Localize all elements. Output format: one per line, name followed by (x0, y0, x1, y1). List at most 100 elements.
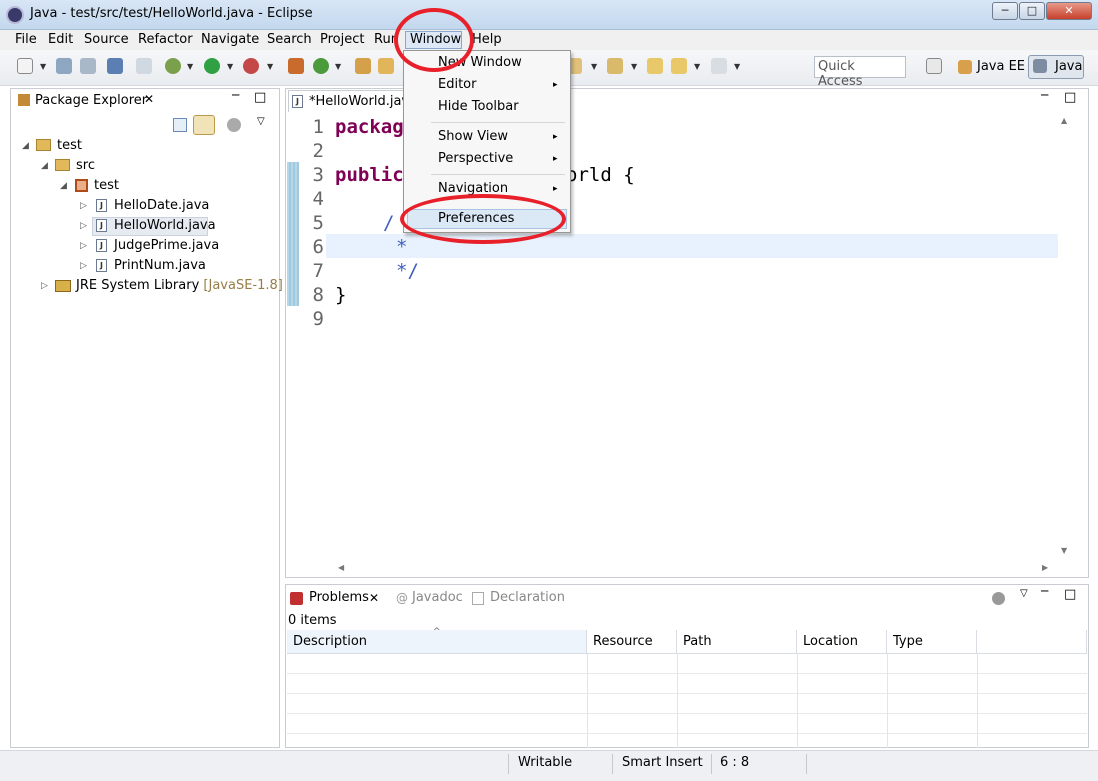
menu-item-hide-toolbar[interactable]: Hide Toolbar (438, 99, 519, 114)
tree-file[interactable]: HelloDate.java (114, 198, 209, 213)
table-row (287, 674, 1087, 694)
code-line-5[interactable]: / (383, 212, 394, 234)
tree-file[interactable]: PrintNum.java (114, 258, 206, 273)
run-icon[interactable] (204, 58, 220, 74)
chevron-down-icon[interactable]: ▼ (40, 62, 46, 71)
new-java-package-icon[interactable] (288, 58, 304, 74)
open-folder-icon[interactable] (378, 58, 394, 74)
save-all-icon[interactable] (80, 58, 96, 74)
minimize-button[interactable]: ─ (992, 2, 1018, 20)
menu-search[interactable]: Search (267, 32, 312, 47)
save-icon[interactable] (56, 58, 72, 74)
skip-breakpoints-icon[interactable] (136, 58, 152, 74)
maximize-view-icon[interactable]: □ (1064, 90, 1076, 105)
column-header-location[interactable]: Location (797, 630, 887, 654)
new-java-class-icon[interactable] (313, 58, 329, 74)
focus-icon[interactable] (992, 592, 1005, 605)
collapsed-arrow-icon[interactable]: ▷ (80, 221, 87, 231)
chevron-down-icon[interactable]: ▼ (631, 62, 637, 71)
column-header-path[interactable]: Path (677, 630, 797, 654)
focus-icon[interactable] (227, 118, 241, 132)
tree-project[interactable]: test (57, 138, 82, 153)
expanded-arrow-icon[interactable]: ◢ (22, 141, 29, 151)
code-line-8[interactable]: } (335, 284, 346, 306)
forward-arrow-icon[interactable] (711, 58, 727, 74)
menu-item-editor[interactable]: Editor (438, 77, 476, 92)
menu-navigate[interactable]: Navigate (201, 32, 259, 47)
external-tools-icon[interactable] (243, 58, 259, 74)
table-row (287, 694, 1087, 714)
java-file-icon: J (96, 199, 107, 212)
menu-item-perspective[interactable]: Perspective (438, 151, 513, 166)
java-ee-perspective-button[interactable]: Java EE (977, 59, 1025, 74)
tab-javadoc[interactable]: Javadoc (412, 590, 463, 605)
collapsed-arrow-icon[interactable]: ▷ (80, 261, 87, 271)
tree-src[interactable]: src (76, 158, 95, 173)
chevron-down-icon[interactable]: ▼ (335, 62, 341, 71)
close-button[interactable]: ✕ (1046, 2, 1092, 20)
horizontal-scrollbar[interactable]: ◀ ▶ (334, 562, 1054, 576)
tab-declaration[interactable]: Declaration (490, 590, 565, 605)
menu-refactor[interactable]: Refactor (138, 32, 193, 47)
maximize-view-icon[interactable]: □ (1064, 587, 1076, 602)
open-perspective-icon[interactable] (926, 58, 942, 74)
code-line-3-rest[interactable]: orld { (566, 164, 635, 186)
view-menu-chevron-icon[interactable]: ▽ (257, 116, 265, 127)
chevron-down-icon[interactable]: ▼ (267, 62, 273, 71)
menu-edit[interactable]: Edit (48, 32, 73, 47)
editor-tab[interactable]: *HelloWorld.java (288, 90, 417, 112)
code-line-1[interactable]: packag (335, 116, 404, 138)
close-tab-icon[interactable]: ✕ (369, 591, 379, 605)
back-arrow-icon[interactable] (671, 58, 687, 74)
vertical-scrollbar[interactable]: ▲ ▼ (1058, 114, 1072, 562)
minimize-view-icon[interactable]: ─ (1041, 88, 1048, 102)
scroll-right-icon[interactable]: ▶ (1042, 563, 1048, 572)
collapse-all-icon[interactable] (173, 118, 187, 132)
column-header-type[interactable]: Type (887, 630, 977, 654)
link-with-editor-icon[interactable] (193, 115, 215, 135)
view-menu-chevron-icon[interactable]: ▽ (1020, 588, 1028, 599)
tree-jre-library[interactable]: JRE System Library [JavaSE-1.8] (76, 278, 283, 293)
eclipse-icon (6, 6, 24, 24)
tab-problems[interactable]: Problems (309, 590, 369, 605)
menu-project[interactable]: Project (320, 32, 364, 47)
code-line-6[interactable]: * (396, 236, 407, 258)
chevron-down-icon[interactable]: ▼ (694, 62, 700, 71)
minimize-view-icon[interactable]: ─ (1041, 584, 1048, 598)
scroll-down-icon[interactable]: ▼ (1061, 546, 1067, 555)
code-line-3-keyword[interactable]: public (335, 164, 404, 186)
maximize-view-icon[interactable]: □ (254, 90, 266, 105)
chevron-down-icon[interactable]: ▼ (187, 62, 193, 71)
scroll-left-icon[interactable]: ◀ (338, 563, 344, 572)
code-line-7[interactable]: */ (396, 260, 419, 282)
collapsed-arrow-icon[interactable]: ▷ (41, 281, 48, 291)
menu-item-show-view[interactable]: Show View (438, 129, 508, 144)
expanded-arrow-icon[interactable]: ◢ (41, 161, 48, 171)
tree-package[interactable]: test (94, 178, 119, 193)
tree-file[interactable]: JudgePrime.java (114, 238, 219, 253)
chevron-down-icon[interactable]: ▼ (591, 62, 597, 71)
tree-file-selected[interactable]: HelloWorld.java (114, 218, 216, 233)
scroll-up-icon[interactable]: ▲ (1061, 116, 1067, 125)
menu-help[interactable]: Help (472, 32, 502, 47)
terminal-icon[interactable] (107, 58, 123, 74)
collapsed-arrow-icon[interactable]: ▷ (80, 241, 87, 251)
close-tab-icon[interactable]: ✕ (144, 92, 154, 106)
menu-source[interactable]: Source (84, 32, 129, 47)
package-explorer-tab[interactable]: Package Explorer (35, 93, 147, 108)
debug-icon[interactable] (165, 58, 181, 74)
minimize-view-icon[interactable]: ─ (232, 88, 239, 102)
column-header-resource[interactable]: Resource (587, 630, 677, 654)
jre-version: [JavaSE-1.8] (203, 278, 283, 293)
menu-file[interactable]: File (15, 32, 37, 47)
next-annotation-icon[interactable] (607, 58, 623, 74)
maximize-button[interactable]: □ (1019, 2, 1045, 20)
new-icon[interactable] (17, 58, 33, 74)
quick-access-input[interactable]: Quick Access (814, 56, 906, 89)
collapsed-arrow-icon[interactable]: ▷ (80, 201, 87, 211)
expanded-arrow-icon[interactable]: ◢ (60, 181, 67, 191)
last-edit-icon[interactable] (647, 58, 663, 74)
chevron-down-icon[interactable]: ▼ (734, 62, 740, 71)
chevron-down-icon[interactable]: ▼ (227, 62, 233, 71)
open-type-icon[interactable] (355, 58, 371, 74)
